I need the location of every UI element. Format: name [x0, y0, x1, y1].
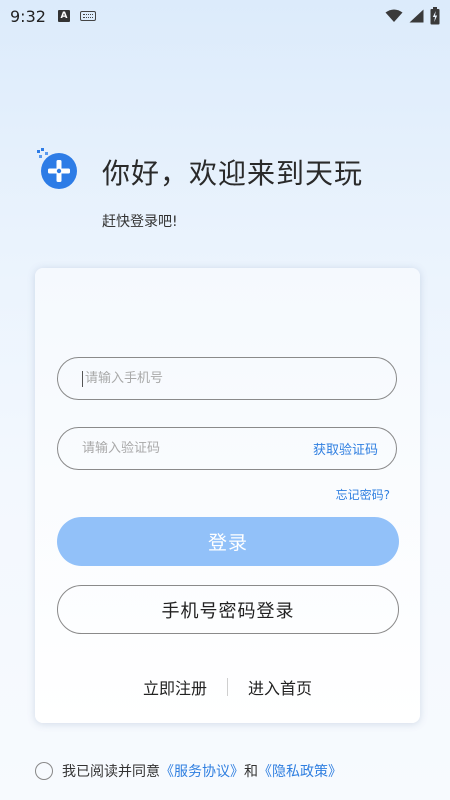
status-icons: [385, 7, 440, 25]
agreement-row: 我已阅读并同意 《服务协议》 和 《隐私政策》: [35, 761, 342, 781]
phone-field[interactable]: [57, 357, 397, 400]
welcome-title: 你好，欢迎来到天玩: [102, 157, 364, 190]
link-divider: [227, 678, 228, 696]
gamepad-logo-icon: [37, 148, 79, 190]
bottom-links: 立即注册 进入首页: [35, 675, 420, 699]
ime-indicator-icon: A: [57, 10, 70, 22]
signal-icon: [409, 9, 424, 23]
agreement-prefix: 我已阅读并同意: [62, 764, 160, 780]
register-link[interactable]: 立即注册: [143, 675, 207, 699]
password-login-button[interactable]: 手机号密码登录: [57, 585, 399, 634]
battery-charging-icon: [430, 7, 440, 25]
status-bar: 9:32 A: [0, 0, 450, 32]
keyboard-icon: [79, 11, 96, 21]
agreement-conjunction: 和: [244, 764, 258, 780]
phone-input[interactable]: [85, 371, 378, 386]
login-card: 获取验证码 忘记密码? 登录 手机号密码登录 立即注册 进入首页: [35, 268, 420, 723]
verification-code-field[interactable]: 获取验证码: [57, 427, 397, 470]
brand-header: [37, 148, 79, 190]
enter-home-link[interactable]: 进入首页: [248, 675, 312, 699]
privacy-policy-link[interactable]: 《隐私政策》: [258, 761, 342, 781]
welcome-subtitle: 赶快登录吧!: [102, 214, 178, 230]
text-caret: [82, 370, 83, 387]
wifi-icon: [385, 9, 403, 22]
forgot-password-link[interactable]: 忘记密码?: [336, 486, 390, 503]
agreement-checkbox[interactable]: [35, 762, 53, 780]
status-time: 9:32: [10, 6, 46, 26]
get-code-button[interactable]: 获取验证码: [313, 439, 378, 458]
verification-code-input[interactable]: [82, 441, 313, 456]
login-button[interactable]: 登录: [57, 517, 399, 566]
service-agreement-link[interactable]: 《服务协议》: [160, 761, 244, 781]
